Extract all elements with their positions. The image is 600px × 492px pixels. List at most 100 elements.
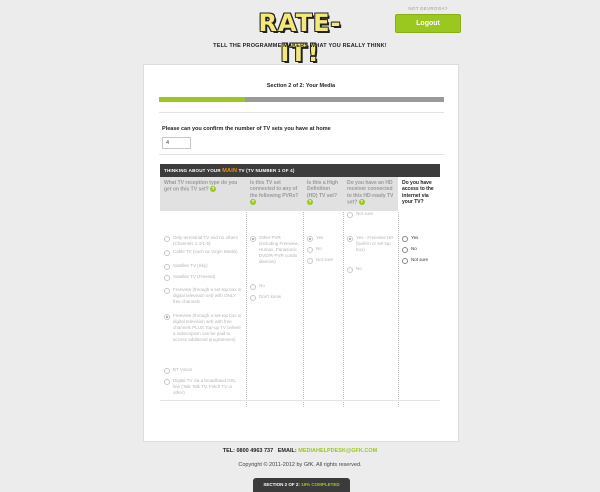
email-link[interactable]: MEDIAHELPDESK@GFK.COM — [298, 448, 377, 454]
answer-option[interactable]: Digital TV via a broadband DSL line (Tal… — [164, 378, 243, 396]
column-question-text: Is this a High Definition (HD) TV set? — [307, 180, 339, 199]
radio-button[interactable] — [347, 211, 353, 218]
answer-option[interactable]: Cable TV (such as Virgin Media) — [164, 249, 243, 256]
option-label: Only terrestrial TV and no others (Chann… — [173, 235, 238, 246]
answer-option[interactable]: Satellite TV (Freesat) — [164, 274, 243, 281]
option-label: Yes — [316, 235, 324, 240]
radio-button[interactable] — [307, 246, 313, 253]
column-question: Do you have an HD receiver connected to … — [343, 177, 398, 211]
answer-option[interactable]: Not sure — [402, 257, 437, 264]
help-icon[interactable]: ? — [307, 198, 313, 205]
radio-button[interactable] — [164, 249, 170, 256]
column-question-text: Is this TV set connected to any of the f… — [250, 180, 299, 199]
copyright: Copyright © 2011-2012 by GfK. All rights… — [238, 462, 362, 468]
option-label: BT Vision — [173, 367, 193, 372]
rate-it-logo: RATE-IT! — [258, 9, 342, 67]
answer-option[interactable]: BT Vision — [164, 367, 243, 374]
option-label: Yes — [411, 235, 419, 240]
tv-header-suffix: TV (TV NUMBER 1 OF 4) — [237, 168, 295, 173]
radio-button[interactable] — [164, 274, 170, 281]
column-question: Is this TV set connected to any of the f… — [246, 177, 303, 211]
answer-option[interactable]: Don't know — [250, 294, 300, 301]
answer-option[interactable]: No — [402, 246, 437, 253]
tv-header-prefix: THINKING ABOUT YOUR — [164, 168, 223, 173]
radio-button[interactable] — [164, 263, 170, 270]
answer-option[interactable]: Not sure — [307, 257, 340, 264]
divider — [159, 112, 444, 113]
column-question: Do you have access to the internet via y… — [398, 177, 440, 211]
help-icon[interactable]: ? — [358, 198, 365, 205]
telephone: TEL: 0800 4963 737 — [222, 448, 274, 454]
help-icon[interactable]: ? — [210, 186, 217, 193]
radio-button[interactable] — [250, 294, 256, 301]
column-question-text: Do you have an HD receiver connected to … — [347, 180, 394, 206]
radio-button[interactable] — [347, 266, 353, 273]
tv-header-main: MAIN — [222, 168, 238, 174]
progress-fill — [159, 97, 245, 102]
option-label: Freeview (through a set-top box or digit… — [173, 287, 242, 304]
radio-button[interactable] — [402, 235, 408, 242]
divider — [160, 400, 440, 401]
not-user-link[interactable]: NOT DEVROGA? — [396, 6, 460, 11]
radio-button[interactable] — [307, 257, 313, 264]
tagline: TELL THE PROGRAMME MAKERS WHAT YOU REALL… — [213, 43, 387, 49]
answer-option[interactable]: Satellite TV (Sky) — [164, 263, 243, 270]
column-question-text: What TV reception type do you get on thi… — [164, 180, 238, 193]
divider — [159, 154, 444, 155]
tv-columns: What TV reception type do you get on thi… — [160, 177, 440, 407]
survey-panel: Section 2 of 2: Your Media Please can yo… — [143, 64, 459, 442]
option-label: Freeview (through a set-top box or digit… — [173, 313, 242, 342]
option-label: No — [316, 246, 322, 251]
radio-button[interactable] — [250, 235, 256, 242]
answer-option[interactable]: Only terrestrial TV and no others (Chann… — [164, 235, 243, 247]
radio-button[interactable] — [164, 235, 170, 242]
option-label: Digital TV via a broadband DSL line (Tal… — [173, 378, 236, 395]
option-label: Not sure — [411, 257, 429, 262]
option-label: No — [356, 266, 362, 271]
column-question: Is this a High Definition (HD) TV set? ? — [303, 177, 343, 211]
radio-button[interactable] — [164, 287, 170, 294]
radio-button[interactable] — [164, 378, 170, 385]
progress-bar — [159, 97, 444, 102]
option-label: Satellite TV (Sky) — [173, 263, 208, 268]
radio-button[interactable] — [307, 235, 313, 242]
tv-details-table: THINKING ABOUT YOUR MAIN TV (TV NUMBER 1… — [160, 164, 440, 407]
tv-count-input[interactable]: 4 — [162, 137, 191, 149]
email-label: EMAIL: — [277, 448, 299, 454]
option-label: No — [411, 246, 417, 251]
option-label: Don't know — [259, 294, 282, 299]
option-label: Not sure — [316, 257, 334, 262]
radio-button[interactable] — [347, 235, 353, 242]
tv-question-column: Is this TV set connected to any of the f… — [246, 177, 304, 407]
option-label: Other PVR (including Freeview, Humax, Pa… — [259, 235, 299, 264]
logout-button[interactable]: Logout — [395, 14, 461, 33]
answer-option[interactable]: Not sure — [347, 211, 395, 218]
radio-button[interactable] — [402, 246, 408, 253]
tv-table-header: THINKING ABOUT YOUR MAIN TV (TV NUMBER 1… — [160, 164, 440, 177]
answer-option[interactable]: Yes - Freeview HD (built-in or set top b… — [347, 235, 395, 253]
tv-question-column: What TV reception type do you get on thi… — [160, 177, 247, 407]
answer-option[interactable]: No — [347, 266, 395, 273]
answer-option[interactable]: Freeview (through a set-top box or digit… — [164, 287, 243, 305]
tv-question-column: Do you have an HD receiver connected to … — [343, 177, 399, 407]
radio-button[interactable] — [164, 367, 170, 374]
section-title: Section 2 of 2: Your Media — [266, 83, 336, 89]
answer-option[interactable]: Yes — [307, 235, 340, 242]
completion-bar: SECTION 2 OF 2: 19% COMPLETED — [253, 478, 350, 492]
answer-option[interactable]: Freeview (through a set-top box or digit… — [164, 313, 243, 343]
option-label: Not sure — [356, 211, 374, 216]
radio-button[interactable] — [402, 257, 408, 264]
radio-button[interactable] — [250, 283, 256, 290]
tv-count-question: Please can you confirm the number of TV … — [162, 126, 331, 132]
tv-question-column: Do you have access to the internet via y… — [398, 177, 440, 407]
completion-section: SECTION 2 OF 2: — [263, 482, 302, 487]
option-label: No — [259, 283, 265, 288]
answer-option[interactable]: No — [307, 246, 340, 253]
completion-percent: 19% COMPLETED — [301, 482, 340, 487]
radio-button[interactable] — [164, 313, 170, 320]
help-icon[interactable]: ? — [250, 198, 256, 205]
answer-option[interactable]: No — [250, 283, 300, 290]
answer-option[interactable]: Other PVR (including Freeview, Humax, Pa… — [250, 235, 300, 265]
option-label: Cable TV (such as Virgin Media) — [173, 249, 238, 254]
answer-option[interactable]: Yes — [402, 235, 437, 242]
